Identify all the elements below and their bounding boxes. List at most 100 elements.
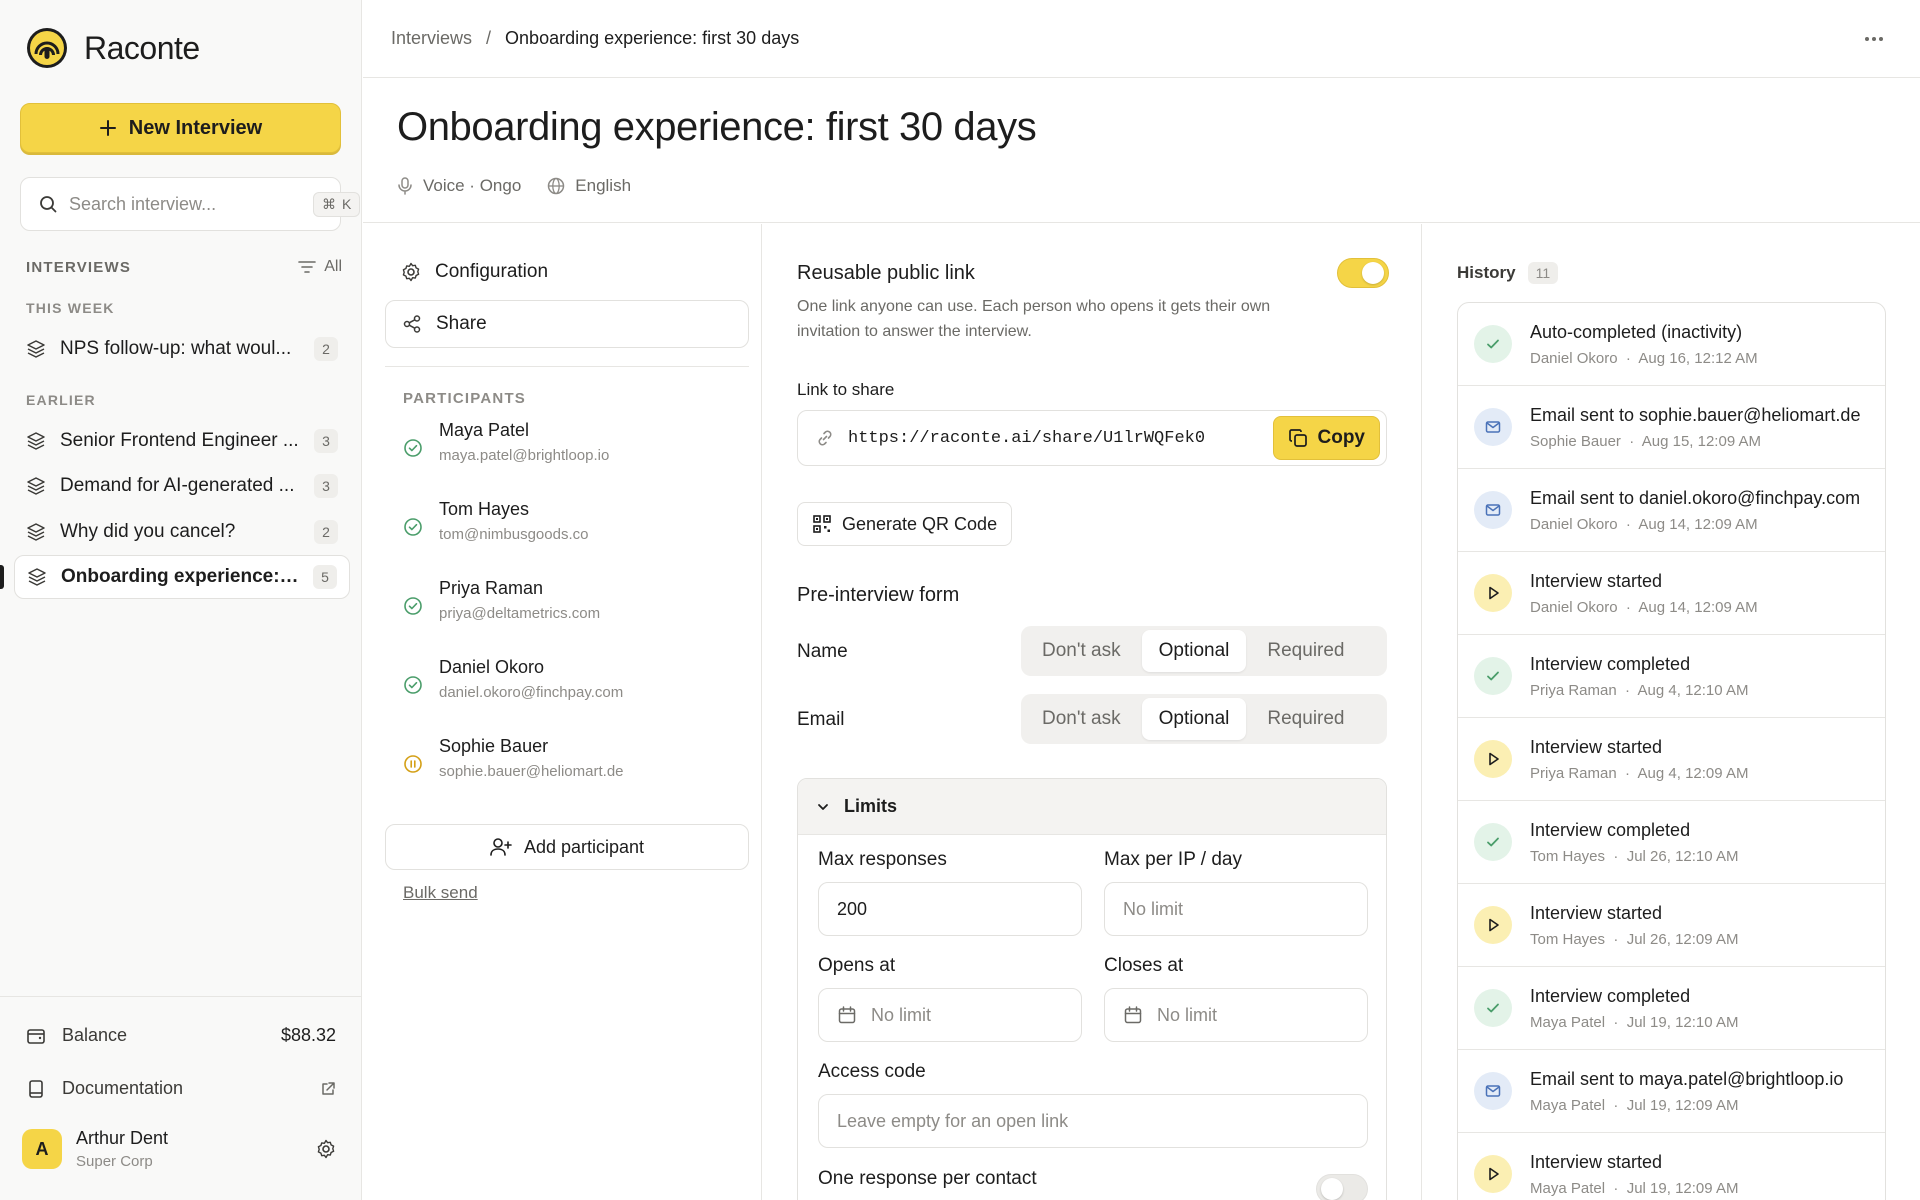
closes-at-value: No limit — [1157, 1004, 1218, 1025]
microphone-icon — [397, 177, 413, 195]
participants-header: PARTICIPANTS — [403, 390, 527, 407]
generate-qr-button[interactable]: Generate QR Code — [797, 502, 1013, 546]
copy-button[interactable]: Copy — [1272, 416, 1380, 460]
participant-email: tom@nimbusgoods.co — [439, 526, 589, 543]
book-icon — [26, 1079, 46, 1099]
limits-panel: Limits Max responses Max per IP / day Op… — [797, 778, 1387, 1200]
search-input[interactable] — [69, 193, 301, 215]
history-item-title: Interview completed — [1530, 653, 1691, 674]
play-icon — [1474, 740, 1512, 778]
external-link-icon — [320, 1081, 336, 1097]
sidebar-item-ai-demand[interactable]: Demand for AI-generated ... 3 — [14, 464, 350, 508]
calendar-icon — [1123, 1005, 1143, 1025]
share-settings: Reusable public link One link anyone can… — [763, 224, 1422, 1200]
group-earlier: EARLIER — [26, 392, 96, 408]
sidebar-item-onboarding[interactable]: Onboarding experience: fi... 5 — [14, 555, 350, 599]
max-per-ip-input[interactable] — [1123, 898, 1349, 920]
breadcrumb-current: Onboarding experience: first 30 days — [505, 28, 800, 48]
sidebar-item-why-cancel[interactable]: Why did you cancel? 2 — [14, 510, 350, 554]
history-item-meta: Daniel Okoro · Aug 16, 12:12 AM — [1530, 350, 1869, 367]
bulk-send-link[interactable]: Bulk send — [403, 883, 478, 903]
history-item-title: Interview started — [1530, 1151, 1663, 1172]
participant-info: Maya Patel maya.patel@brightloop.io — [439, 420, 609, 464]
limits-title: Limits — [844, 796, 898, 816]
name-option-optional[interactable]: Optional — [1141, 630, 1247, 672]
sidebar-item-nps-followup[interactable]: NPS follow-up: what woul... 2 — [14, 327, 350, 371]
brand[interactable]: Raconte — [26, 27, 200, 69]
opens-at-value: No limit — [871, 1004, 932, 1025]
max-responses-input[interactable] — [837, 898, 1063, 920]
history-item-when: Aug 16, 12:12 AM — [1638, 349, 1758, 367]
participant-row[interactable]: Priya Raman priya@deltametrics.com — [403, 578, 743, 622]
sidebar-item-senior-frontend[interactable]: Senior Frontend Engineer ... 3 — [14, 419, 350, 463]
tab-share[interactable]: Share — [385, 300, 749, 348]
history-item-title: Email sent to sophie.bauer@heliomart.de — [1530, 404, 1861, 425]
history-panel: History 11 Auto-completed (inactivity) Da… — [1423, 224, 1920, 1200]
email-option-dont-ask[interactable]: Don't ask — [1025, 698, 1138, 740]
max-per-ip-label: Max per IP / day — [1104, 849, 1242, 870]
balance-row[interactable]: Balance $88.32 — [26, 1025, 336, 1046]
history-item-meta: Daniel Okoro · Aug 14, 12:09 AM — [1530, 599, 1869, 616]
history-item-when: Jul 26, 12:10 AM — [1626, 847, 1739, 865]
history-item-who: Daniel Okoro — [1530, 349, 1618, 367]
add-participant-button[interactable]: Add participant — [385, 824, 749, 870]
opens-at-picker[interactable]: No limit — [818, 988, 1082, 1042]
history-item-when: Jul 19, 12:10 AM — [1626, 1013, 1739, 1031]
participant-email: maya.patel@brightloop.io — [439, 447, 610, 464]
check-circle-icon — [403, 438, 423, 464]
raconte-logo-icon — [26, 27, 68, 69]
interviews-section-header: INTERVIEWS All — [26, 258, 342, 276]
name-option-dont-ask[interactable]: Don't ask — [1025, 630, 1138, 672]
meta-separator: · — [1617, 515, 1639, 533]
filter-icon — [298, 260, 317, 274]
access-code-input[interactable] — [837, 1110, 1349, 1132]
participant-row[interactable]: Sophie Bauer sophie.bauer@heliomart.de — [403, 736, 743, 780]
email-option-optional[interactable]: Optional — [1141, 698, 1247, 740]
closes-at-picker[interactable]: No limit — [1104, 988, 1368, 1042]
participant-row[interactable]: Daniel Okoro daniel.okoro@finchpay.com — [403, 657, 743, 701]
limits-header[interactable]: Limits — [798, 779, 1386, 835]
mail-icon — [1474, 491, 1512, 529]
play-icon — [1474, 906, 1512, 944]
pause-circle-icon — [403, 754, 423, 780]
kbd-mod: ⌘ — [322, 195, 336, 212]
check-circle-icon — [403, 675, 423, 701]
documentation-link[interactable]: Documentation — [26, 1078, 336, 1099]
share-link-url[interactable]: https://raconte.ai/share/U1lrWQFek0 — [848, 429, 1259, 448]
filter-all-button[interactable]: All — [298, 258, 342, 276]
history-item-meta: Maya Patel · Jul 19, 12:09 AM — [1530, 1180, 1869, 1197]
history-item-text: Email sent to maya.patel@brightloop.io Ma… — [1530, 1069, 1869, 1114]
participant-row[interactable]: Tom Hayes tom@nimbusgoods.co — [403, 499, 743, 543]
breadcrumb-parent[interactable]: Interviews — [391, 28, 472, 49]
new-interview-button[interactable]: New Interview — [20, 103, 341, 153]
layers-icon — [26, 339, 46, 359]
email-option-required[interactable]: Required — [1250, 698, 1361, 740]
sidebar-item-label: Why did you cancel? — [60, 521, 236, 542]
layers-icon — [26, 476, 46, 496]
sidebar-item-count: 2 — [314, 337, 338, 361]
history-item-text: Interview started Daniel Okoro · Aug 14, … — [1530, 571, 1869, 616]
history-item: Interview completed Maya Patel · Jul 19, … — [1458, 967, 1885, 1050]
history-item: Interview started Tom Hayes · Jul 26, 12:… — [1458, 884, 1885, 967]
sidebar-item-count: 2 — [314, 520, 338, 544]
participant-row[interactable]: Maya Patel maya.patel@brightloop.io — [403, 420, 743, 464]
history-item-when: Jul 19, 12:09 AM — [1626, 1179, 1739, 1197]
history-item-meta: Priya Raman · Aug 4, 12:09 AM — [1530, 765, 1869, 782]
breadcrumb-separator: / — [486, 28, 492, 48]
name-option-required[interactable]: Required — [1250, 630, 1361, 672]
history-item-meta: Daniel Okoro · Aug 14, 12:09 AM — [1530, 516, 1869, 533]
history-item-who: Tom Hayes — [1530, 847, 1606, 865]
share-icon — [402, 314, 422, 334]
new-interview-label: New Interview — [128, 116, 263, 139]
wallet-icon — [26, 1026, 46, 1046]
gear-icon[interactable] — [316, 1139, 336, 1159]
avatar[interactable]: A — [22, 1129, 62, 1169]
history-item-who: Maya Patel — [1530, 1179, 1606, 1197]
history-item-title: Email sent to maya.patel@brightloop.io — [1530, 1068, 1844, 1089]
tab-configuration[interactable]: Configuration — [385, 248, 749, 296]
search-box: ⌘K — [20, 177, 361, 231]
group-this-week: THIS WEEK — [26, 300, 115, 316]
more-options-icon[interactable] — [1864, 24, 1884, 54]
one-response-toggle[interactable] — [1316, 1174, 1368, 1200]
reusable-link-toggle[interactable] — [1337, 258, 1389, 288]
